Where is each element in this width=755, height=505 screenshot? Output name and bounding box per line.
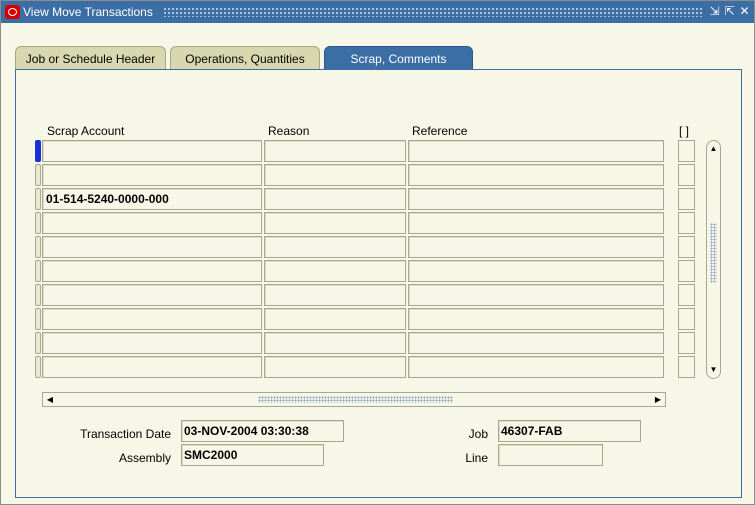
scrap-account-cell[interactable] [42, 260, 262, 282]
assembly-label: Assembly [118, 451, 171, 465]
line-field[interactable] [498, 444, 603, 466]
title-drag-grip[interactable] [163, 7, 703, 17]
reason-cell[interactable] [264, 284, 406, 306]
flexfield-cell[interactable] [678, 236, 695, 258]
reason-cell[interactable] [264, 260, 406, 282]
tab-job-or-schedule-header[interactable]: Job or Schedule Header [15, 46, 166, 70]
reason-cell[interactable] [264, 308, 406, 330]
flexfield-cell[interactable] [678, 332, 695, 354]
tab-scrap-comments[interactable]: Scrap, Comments [324, 46, 473, 70]
reference-cell[interactable] [408, 212, 664, 234]
horizontal-scroll-thumb[interactable] [258, 396, 453, 403]
flexfield-cell[interactable] [678, 260, 695, 282]
reference-cell[interactable] [408, 236, 664, 258]
row-indicator[interactable] [35, 356, 41, 378]
scrap-account-cell[interactable] [42, 284, 262, 306]
transaction-date-field[interactable]: 03-NOV-2004 03:30:38 [181, 420, 344, 442]
row-indicator[interactable] [35, 236, 41, 258]
job-label: Job [468, 427, 488, 441]
scrap-account-cell[interactable] [42, 164, 262, 186]
flexfield-cell[interactable] [678, 308, 695, 330]
reason-cell[interactable] [264, 188, 406, 210]
window-title: View Move Transactions [23, 5, 153, 19]
scrap-account-cell[interactable] [42, 308, 262, 330]
reference-cell[interactable] [408, 284, 664, 306]
minimize-button[interactable]: ⇲ [708, 5, 721, 18]
reference-cell[interactable] [408, 260, 664, 282]
line-label: Line [465, 451, 488, 465]
flexfield-cell[interactable] [678, 164, 695, 186]
tab-operations-quantities[interactable]: Operations, Quantities [170, 46, 320, 70]
row-indicator-current[interactable] [35, 140, 41, 162]
reference-cell[interactable] [408, 356, 664, 378]
scroll-right-icon[interactable]: ▶ [651, 393, 665, 406]
reason-cell[interactable] [264, 212, 406, 234]
flexfield-cell[interactable] [678, 356, 695, 378]
row-indicator[interactable] [35, 188, 41, 210]
scrap-account-cell[interactable] [42, 332, 262, 354]
oracle-logo-icon [5, 5, 20, 19]
scrap-account-cell[interactable] [42, 356, 262, 378]
flexfield-cell[interactable] [678, 140, 695, 162]
flexfield-cell[interactable] [678, 188, 695, 210]
reference-cell[interactable] [408, 164, 664, 186]
reference-cell[interactable] [408, 140, 664, 162]
reason-cell[interactable] [264, 332, 406, 354]
column-header-scrap-account: Scrap Account [47, 124, 125, 138]
reference-cell[interactable] [408, 332, 664, 354]
row-indicator[interactable] [35, 332, 41, 354]
maximize-button[interactable]: ⇱ [723, 5, 736, 18]
transaction-date-label: Transaction Date [80, 427, 171, 441]
assembly-field[interactable]: SMC2000 [181, 444, 324, 466]
tab-strip: Job or Schedule Header Operations, Quant… [1, 46, 754, 70]
reason-cell[interactable] [264, 140, 406, 162]
scrap-account-cell[interactable]: 01-514-5240-0000-000 [42, 188, 262, 210]
scroll-down-icon[interactable]: ▼ [707, 363, 720, 377]
scroll-up-icon[interactable]: ▲ [707, 142, 720, 156]
scrap-account-cell[interactable] [42, 236, 262, 258]
reason-cell[interactable] [264, 356, 406, 378]
row-indicator[interactable] [35, 284, 41, 306]
title-bar[interactable]: View Move Transactions ⇲ ⇱ ✕ [1, 1, 754, 23]
vertical-scroll-thumb[interactable] [710, 223, 717, 283]
horizontal-scrollbar[interactable]: ◀ ▶ [42, 392, 666, 407]
scroll-left-icon[interactable]: ◀ [43, 393, 57, 406]
reason-cell[interactable] [264, 236, 406, 258]
row-indicator[interactable] [35, 212, 41, 234]
flexfield-cell[interactable] [678, 284, 695, 306]
vertical-scrollbar[interactable]: ▲ ▼ [706, 140, 721, 379]
scrap-account-cell[interactable] [42, 212, 262, 234]
window: View Move Transactions ⇲ ⇱ ✕ Job or Sche… [0, 0, 755, 505]
reference-cell[interactable] [408, 308, 664, 330]
row-indicator[interactable] [35, 260, 41, 282]
reference-cell[interactable] [408, 188, 664, 210]
job-field[interactable]: 46307-FAB [498, 420, 641, 442]
column-header-flexfield: [ ] [679, 124, 690, 138]
column-header-reference: Reference [412, 124, 468, 138]
close-button[interactable]: ✕ [738, 5, 751, 18]
row-indicator[interactable] [35, 164, 41, 186]
reason-cell[interactable] [264, 164, 406, 186]
row-indicator[interactable] [35, 308, 41, 330]
flexfield-cell[interactable] [678, 212, 695, 234]
scrap-account-cell[interactable] [42, 140, 262, 162]
column-header-reason: Reason [268, 124, 310, 138]
